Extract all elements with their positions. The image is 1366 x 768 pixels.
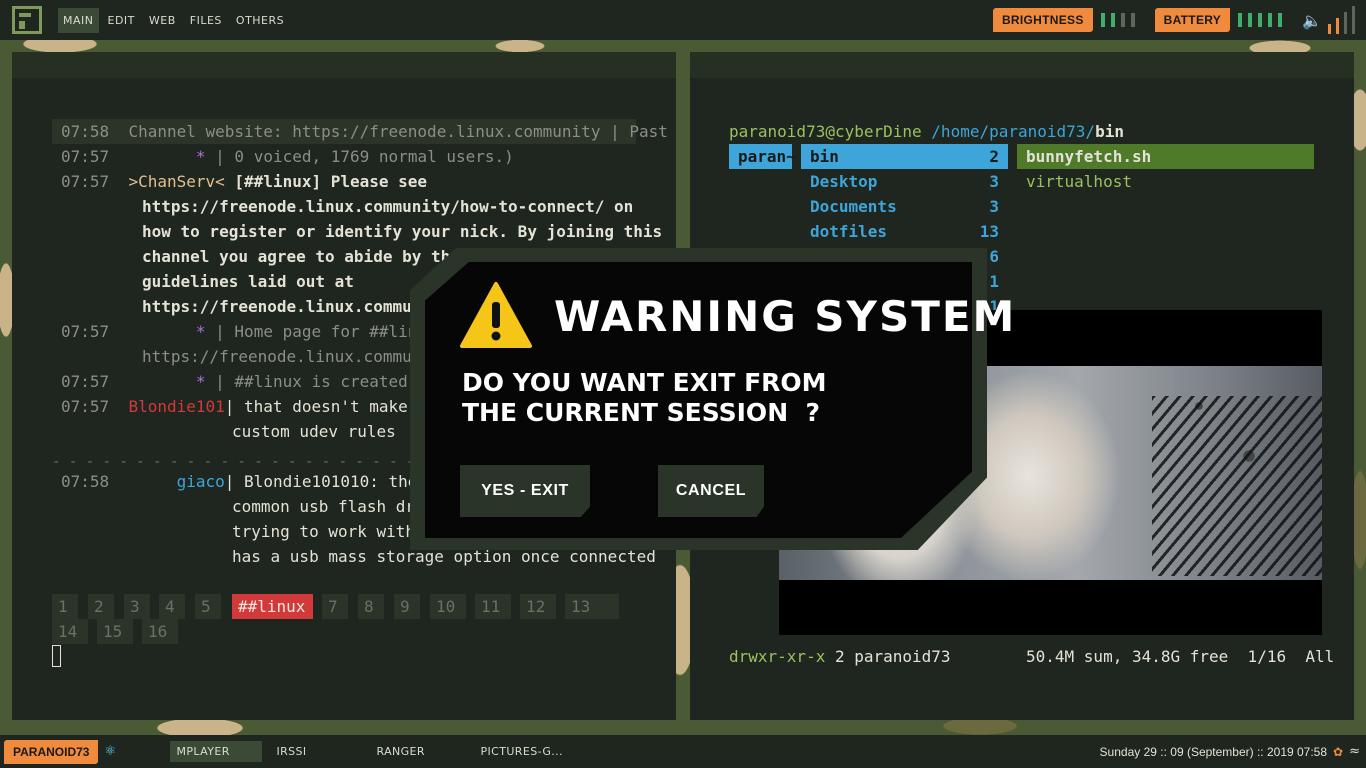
yes-exit-button[interactable]: YES - EXIT [460, 465, 590, 517]
irc-line: custom udev rules [232, 422, 396, 441]
volume-bar [1328, 24, 1331, 34]
window-tab[interactable]: 16 [142, 619, 178, 644]
ranger-dir-selected[interactable]: bin 2 [801, 144, 1008, 169]
window-tab[interactable]: 2 [88, 594, 114, 619]
input-cursor[interactable] [52, 645, 61, 667]
window-tab[interactable]: 1 [52, 594, 78, 619]
brightness-meter[interactable] [1100, 13, 1141, 27]
battery-bar [1258, 13, 1263, 27]
task-ranger[interactable]: RANGER [370, 741, 474, 762]
clock[interactable]: Sunday 29 :: 09 (September) :: 2019 07:5… [1100, 745, 1327, 759]
irc-line: 07:57 Blondie101| that doesn't make se [61, 397, 437, 416]
volume-meter [1328, 6, 1360, 34]
irc-line: guidelines laid out at [142, 272, 354, 291]
ranger-dir-item[interactable]: dotfiles 13 [801, 219, 1008, 244]
battery-bar [1248, 13, 1253, 27]
window-tab[interactable]: 12 [520, 594, 556, 619]
volume-bar [1344, 12, 1347, 34]
window-tab-active[interactable]: ##linux [232, 594, 313, 619]
ranger-dir-item[interactable]: Documents 3 [801, 194, 1008, 219]
battery-bar [1278, 13, 1283, 27]
irc-line: 07:57 * | Home page for ##linu [61, 322, 428, 341]
window-tab[interactable]: 8 [358, 594, 384, 619]
irc-line: 07:57 >ChanServ< [##linux] Please see [61, 172, 428, 191]
irc-line: how to register or identify your nick. B… [142, 222, 663, 241]
window-tab[interactable]: 5 [195, 594, 221, 619]
battery-label: BATTERY [1154, 8, 1231, 32]
ranger-statusbar: drwxr-xr-x 2 paranoid73 [729, 647, 951, 666]
irc-line: 07:58 Channel website: https://freenode.… [61, 122, 668, 141]
window-tab[interactable]: 10 [430, 594, 466, 619]
bottom-panel: PARANOID73 ⚛ MPLAYER IRSSI RANGER PICTUR… [0, 735, 1366, 768]
irc-line: 07:57 * | 0 voiced, 1769 normal users.) [61, 147, 514, 166]
notification-icon[interactable]: ✿ [1333, 745, 1343, 759]
user-label: PARANOID73 [4, 739, 99, 764]
window-tab[interactable]: 4 [159, 594, 185, 619]
brightness-bar [1100, 13, 1105, 27]
brightness-label: BRIGHTNESS [992, 8, 1093, 32]
atom-icon[interactable]: ⚛ [104, 744, 156, 759]
ranger-status-info: 50.4M sum, 34.8G free 1/16 All [1026, 647, 1335, 666]
volume-control[interactable]: 🔈 [1302, 6, 1360, 34]
irc-line: https://freenode.linux.community [142, 297, 451, 316]
cancel-button[interactable]: CANCEL [658, 465, 764, 517]
task-pictures[interactable]: PICTURES-G... [474, 741, 569, 762]
workspace-edit[interactable]: EDIT [103, 8, 140, 33]
ranger-dir-item[interactable]: Desktop 3 [801, 169, 1008, 194]
ranger-titlebar [690, 52, 1354, 78]
irc-line: https://freenode.linux.communi [142, 347, 431, 366]
image-preview-detail [1152, 396, 1322, 576]
dialog-message: DO YOU WANT EXIT FROM THE CURRENT SESSIO… [462, 368, 827, 427]
volume-bar [1336, 18, 1339, 34]
irc-line: trying to work with [232, 522, 416, 541]
battery-bar [1238, 13, 1243, 27]
task-mplayer[interactable]: MPLAYER [170, 741, 263, 762]
irssi-titlebar [12, 52, 676, 78]
battery-bar [1268, 13, 1273, 27]
volume-bar [1352, 6, 1355, 34]
speaker-icon: 🔈 [1302, 10, 1322, 30]
irc-line: https://freenode.linux.community/how-to-… [142, 197, 634, 216]
battery-meter [1238, 13, 1288, 27]
brightness-bar [1130, 13, 1135, 27]
task-irssi[interactable]: IRSSI [270, 741, 370, 762]
ranger-header: paranoid73@cyberDine /home/paranoid73/bi… [729, 122, 1124, 141]
window-tab[interactable]: 7 [322, 594, 348, 619]
window-tab[interactable]: 15 [97, 619, 133, 644]
irc-line: common usb flash dri [232, 497, 425, 516]
irc-line: 07:58 giaco| Blondie101010: the c [61, 472, 437, 491]
workspace-files[interactable]: FILES [185, 8, 227, 33]
workspace-web[interactable]: WEB [144, 8, 181, 33]
ranger-file-selected[interactable]: bunnyfetch.sh [1017, 144, 1314, 169]
distro-logo-icon[interactable] [12, 6, 42, 34]
ranger-parent-column[interactable]: paran~ [729, 144, 796, 169]
irc-line: 07:57 * | ##linux is created F [61, 372, 428, 391]
ranger-file-item[interactable]: virtualhost [1026, 169, 1132, 194]
warning-icon [460, 282, 532, 348]
workspace-main[interactable]: MAIN [58, 7, 99, 33]
dialog-title: WARNING SYSTEM [554, 292, 1017, 341]
window-tab[interactable]: 9 [394, 594, 420, 619]
top-panel: MAIN EDIT WEB FILES OTHERS BRIGHTNESS BA… [0, 0, 1366, 40]
window-tab[interactable]: 14 [52, 619, 88, 644]
window-tab[interactable]: 11 [475, 594, 511, 619]
window-tab[interactable]: 13 [565, 594, 619, 619]
brightness-bar [1110, 13, 1115, 27]
window-tab[interactable]: 3 [124, 594, 150, 619]
workspace-others[interactable]: OTHERS [231, 8, 289, 33]
brightness-bar [1120, 13, 1125, 27]
wifi-icon[interactable]: ≈ [1349, 744, 1360, 759]
